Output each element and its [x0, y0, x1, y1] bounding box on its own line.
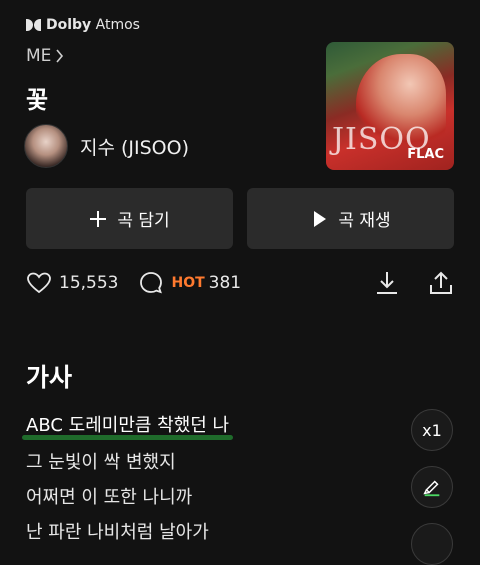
lyrics-option-button[interactable] — [411, 523, 453, 565]
lyric-line[interactable]: 난 파란 나비처럼 날아가 — [26, 518, 209, 544]
speed-label: x1 — [422, 420, 442, 440]
like-count: 15,553 — [59, 273, 119, 293]
comments-button[interactable]: HOT 381 — [138, 270, 241, 296]
add-song-button[interactable]: 곡 담기 — [26, 188, 233, 249]
lyric-line[interactable]: 그 눈빛이 싹 변했지 — [26, 448, 176, 474]
artist-name: 지수 (JISOO) — [80, 136, 190, 159]
dolby-atmos-badge: Dolby Atmos — [26, 15, 140, 35]
dolby-icon — [26, 19, 41, 31]
album-cover[interactable]: JISOO FLAC — [326, 42, 454, 170]
album-name: ME — [26, 46, 52, 66]
add-song-label: 곡 담기 — [117, 211, 170, 231]
chevron-right-icon — [56, 49, 64, 63]
album-link[interactable]: ME — [26, 46, 64, 66]
share-icon[interactable] — [426, 268, 456, 298]
lyric-line[interactable]: 어쩌면 이 또한 나니까 — [26, 483, 192, 509]
lyrics-speed-button[interactable]: x1 — [411, 409, 453, 451]
artist-link[interactable]: 지수 (JISOO) — [24, 124, 189, 168]
comment-count: 381 — [208, 273, 242, 293]
play-icon — [314, 210, 327, 227]
like-button[interactable]: 15,553 — [26, 270, 118, 296]
highlighter-icon — [423, 480, 440, 497]
download-icon[interactable] — [372, 268, 402, 298]
lyric-line-active[interactable]: ABC 도레미만큼 착했던 나 — [22, 411, 234, 440]
play-song-button[interactable]: 곡 재생 — [247, 188, 454, 249]
song-title: 꽃 — [26, 86, 49, 114]
comment-icon — [140, 272, 163, 294]
stats-row: 15,553 HOT 381 — [26, 270, 241, 296]
hot-badge: HOT — [171, 275, 205, 291]
plus-icon — [90, 210, 107, 227]
heart-icon — [27, 272, 51, 294]
lyrics-heading: 가사 — [26, 363, 73, 392]
play-song-label: 곡 재생 — [338, 211, 391, 231]
artist-avatar — [24, 124, 68, 168]
lyrics-highlight-button[interactable] — [411, 466, 453, 508]
flac-badge: FLAC — [407, 147, 444, 162]
